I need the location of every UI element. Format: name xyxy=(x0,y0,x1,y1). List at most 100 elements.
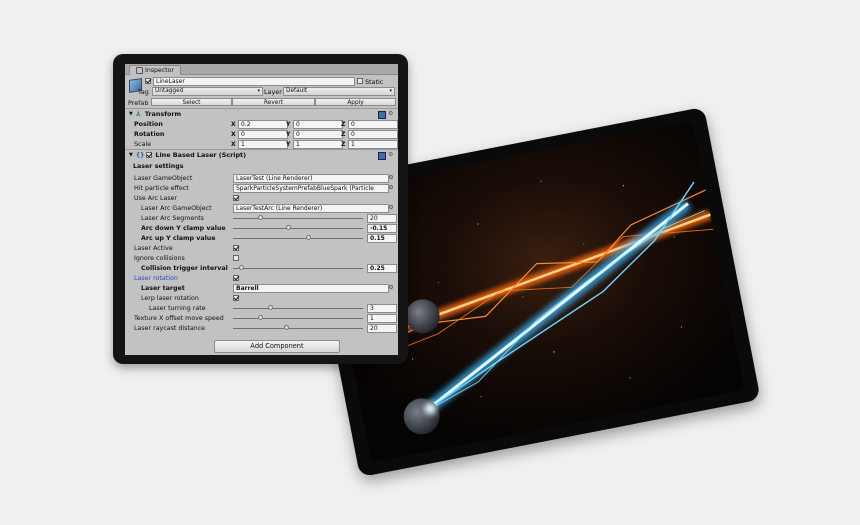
position-y-field[interactable]: 0 xyxy=(293,119,343,129)
use-arc-row: Use Arc Laser xyxy=(125,193,398,203)
script-enabled-toggle[interactable] xyxy=(146,152,153,158)
collision-interval-field[interactable]: 0.25 xyxy=(367,264,397,273)
collision-interval-slider-track[interactable] xyxy=(233,268,363,269)
turning-rate-row: Laser turning rate 3 xyxy=(125,303,398,313)
scale-y-label: Y xyxy=(286,140,291,148)
arc-segments-slider-thumb[interactable] xyxy=(258,215,263,220)
position-x-label: X xyxy=(231,120,236,128)
layer-dropdown[interactable]: Default ▾ xyxy=(283,87,395,96)
reference-icon[interactable] xyxy=(378,111,386,119)
arc-down-slider-thumb[interactable] xyxy=(285,225,291,230)
position-x-field[interactable]: 0.2 xyxy=(238,119,288,129)
arc-gameobject-field[interactable]: LaserTestArc (Line Renderer) xyxy=(233,204,389,213)
rotation-y-field[interactable]: 0 xyxy=(293,129,343,139)
ignore-collisions-row: Ignore collisions xyxy=(125,253,398,263)
rotation-z-field[interactable]: 0 xyxy=(348,129,398,139)
script-icon: {} xyxy=(135,151,145,159)
turning-rate-field[interactable]: 3 xyxy=(367,304,397,313)
arc-up-slider-thumb[interactable] xyxy=(305,235,311,240)
arc-segments-label: Laser Arc Segments xyxy=(141,214,204,222)
collision-interval-row: Collision trigger interval 0.25 xyxy=(125,263,398,273)
rotation-x-field[interactable]: 0 xyxy=(238,129,288,139)
laser-settings-header: Laser settings xyxy=(133,163,184,170)
arc-up-field[interactable]: 0.15 xyxy=(367,234,397,243)
script-title: Line Based Laser (Script) xyxy=(155,151,247,159)
turning-rate-label: Laser turning rate xyxy=(149,304,206,312)
static-label: Static xyxy=(365,78,384,86)
transform-header[interactable]: ▼ ⅄ Transform ⚙ xyxy=(125,108,398,119)
prefab-apply-button[interactable]: Apply xyxy=(315,98,396,106)
texture-offset-row: Texture X offset move speed 1 xyxy=(125,313,398,323)
turning-rate-slider-thumb[interactable] xyxy=(268,305,273,310)
arc-up-slider-track[interactable] xyxy=(233,238,363,239)
rotation-y-label: Y xyxy=(286,130,291,138)
arc-down-slider-track[interactable] xyxy=(233,228,363,229)
raycast-distance-slider-track[interactable] xyxy=(233,328,363,329)
lerp-rotation-toggle[interactable] xyxy=(233,295,239,301)
laser-gameobject-label: Laser GameObject xyxy=(134,174,193,182)
tag-label: Tag xyxy=(138,88,149,96)
rotation-row: Rotation X 0 Y 0 Z 0 xyxy=(125,129,398,139)
active-toggle[interactable] xyxy=(145,78,151,84)
laser-target-field[interactable]: Barrell xyxy=(233,284,389,293)
tab-inspector[interactable]: Inspector xyxy=(129,65,181,75)
arc-gameobject-row: Laser Arc GameObject LaserTestArc (Line … xyxy=(125,203,398,213)
object-picker-icon[interactable] xyxy=(389,285,393,289)
laser-active-label: Laser Active xyxy=(134,244,173,252)
object-picker-icon[interactable] xyxy=(389,205,393,209)
laser-rotation-toggle[interactable] xyxy=(233,275,239,281)
prefab-select-button[interactable]: Select xyxy=(151,98,232,106)
arc-down-label: Arc down Y clamp value xyxy=(141,224,226,232)
position-row: Position X 0.2 Y 0 Z 0 xyxy=(125,119,398,129)
scale-z-field[interactable]: 1 xyxy=(348,139,398,149)
prefab-row: Prefab Select Revert Apply xyxy=(125,97,398,108)
turning-rate-slider-track[interactable] xyxy=(233,308,363,309)
gear-icon[interactable]: ⚙ xyxy=(388,151,393,158)
script-header[interactable]: ▼ {} Line Based Laser (Script) ⚙ xyxy=(125,149,398,160)
texture-offset-field[interactable]: 1 xyxy=(367,314,397,323)
inspector-tabbar: Inspector xyxy=(125,64,398,75)
raycast-distance-row: Laser raycast distance 20 xyxy=(125,323,398,333)
object-picker-icon[interactable] xyxy=(389,185,393,189)
hit-particle-field[interactable]: SparkParticleSystemPrefabBlueSpark (Part… xyxy=(233,184,389,193)
reference-icon[interactable] xyxy=(378,152,386,160)
transform-title: Transform xyxy=(144,110,182,118)
texture-offset-slider-thumb[interactable] xyxy=(258,315,263,320)
tab-inspector-label: Inspector xyxy=(145,67,174,74)
scale-y-field[interactable]: 1 xyxy=(293,139,343,149)
texture-offset-label: Texture X offset move speed xyxy=(134,314,224,322)
arc-down-field[interactable]: -0.15 xyxy=(367,224,397,233)
raycast-distance-label: Laser raycast distance xyxy=(134,324,206,332)
add-component-button[interactable]: Add Component xyxy=(214,340,340,353)
texture-offset-slider-track[interactable] xyxy=(233,318,363,319)
tag-dropdown[interactable]: Untagged ▾ xyxy=(152,87,263,96)
hit-particle-row: Hit particle effect SparkParticleSystemP… xyxy=(125,183,398,193)
object-header: LineLaser Static Tag Untagged ▾ Layer Def… xyxy=(125,75,398,97)
object-name-field[interactable]: LineLaser xyxy=(153,77,355,86)
use-arc-toggle[interactable] xyxy=(233,195,239,201)
rotation-label: Rotation xyxy=(134,130,165,138)
laser-active-toggle[interactable] xyxy=(233,245,239,251)
laser-active-row: Laser Active xyxy=(125,243,398,253)
foldout-arrow-icon[interactable]: ▼ xyxy=(129,111,133,117)
object-picker-icon[interactable] xyxy=(389,175,393,179)
laser-settings-header-row: Laser settings xyxy=(125,160,398,173)
ignore-collisions-toggle[interactable] xyxy=(233,255,239,261)
raycast-distance-slider-thumb[interactable] xyxy=(284,325,290,330)
arc-segments-slider-track[interactable] xyxy=(233,218,363,219)
static-toggle[interactable] xyxy=(357,78,363,84)
gear-icon[interactable]: ⚙ xyxy=(388,110,393,117)
laser-target-label: Laser target xyxy=(141,284,185,292)
inspector-panel: Inspector LineLaser Static Tag Untagged ▾… xyxy=(125,64,398,355)
lerp-rotation-row: Lerp laser rotation xyxy=(125,293,398,303)
scale-x-label: X xyxy=(231,140,236,148)
scale-x-field[interactable]: 1 xyxy=(238,139,288,149)
collision-interval-slider-thumb[interactable] xyxy=(239,265,245,270)
arc-segments-field[interactable]: 20 xyxy=(367,214,397,223)
arc-up-label: Arc up Y clamp value xyxy=(141,234,216,242)
position-z-field[interactable]: 0 xyxy=(348,119,398,129)
laser-gameobject-field[interactable]: LaserTest (Line Renderer) xyxy=(233,174,389,183)
foldout-arrow-icon[interactable]: ▼ xyxy=(129,152,133,158)
raycast-distance-field[interactable]: 20 xyxy=(367,324,397,333)
prefab-revert-button[interactable]: Revert xyxy=(232,98,315,106)
